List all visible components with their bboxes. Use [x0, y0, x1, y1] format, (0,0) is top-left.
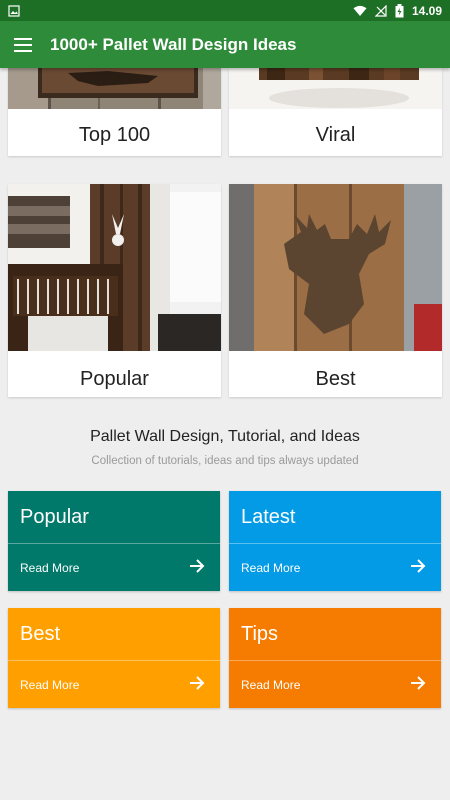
read-more-link[interactable]: Read More — [241, 678, 300, 692]
wood-sign-image — [8, 68, 221, 109]
status-time: 14.09 — [411, 3, 442, 18]
tile-popular[interactable]: Popular Read More — [8, 491, 220, 591]
read-more-link[interactable]: Read More — [241, 561, 300, 575]
tile-title: Latest — [241, 506, 296, 528]
category-card-viral[interactable]: Viral — [229, 68, 442, 156]
app-bar: 1000+ Pallet Wall Design Ideas — [0, 21, 450, 68]
arrow-right-icon[interactable] — [409, 674, 427, 692]
read-more-link[interactable]: Read More — [20, 678, 79, 692]
intro-subheading: Collection of tutorials, ideas and tips … — [91, 455, 359, 467]
tile-divider — [229, 660, 441, 661]
tile-divider — [229, 543, 441, 544]
tile-best[interactable]: Best Read More — [8, 608, 220, 708]
tile-title: Popular — [20, 506, 89, 528]
tile-divider — [8, 660, 220, 661]
card-label: Popular — [80, 368, 149, 390]
arrow-right-icon[interactable] — [188, 557, 206, 575]
intro-heading: Pallet Wall Design, Tutorial, and Ideas — [90, 428, 360, 445]
tile-title: Best — [20, 623, 61, 645]
read-more-link[interactable]: Read More — [20, 561, 79, 575]
card-label: Best — [315, 368, 356, 390]
tile-divider — [8, 543, 220, 544]
wifi-icon — [353, 5, 367, 16]
category-card-best[interactable]: Best — [229, 184, 442, 397]
arrow-right-icon[interactable] — [188, 674, 206, 692]
tile-tips[interactable]: Tips Read More — [229, 608, 441, 708]
menu-icon[interactable] — [14, 37, 32, 52]
gallery-notification-icon — [8, 4, 20, 17]
category-card-popular[interactable]: Popular — [8, 184, 221, 397]
wood-shelf-image — [229, 68, 442, 109]
card-label: Viral — [315, 124, 356, 146]
intro-section: Pallet Wall Design, Tutorial, and Ideas … — [0, 428, 450, 467]
tile-title: Tips — [241, 623, 279, 645]
status-bar: 14.09 — [0, 0, 450, 21]
app-title: 1000+ Pallet Wall Design Ideas — [50, 34, 297, 54]
deer-cutout-image — [229, 184, 442, 351]
nursery-wall-image — [8, 184, 221, 351]
tile-latest[interactable]: Latest Read More — [229, 491, 441, 591]
no-sim-icon — [374, 4, 387, 17]
card-label: Top 100 — [78, 124, 151, 146]
arrow-right-icon[interactable] — [409, 557, 427, 575]
battery-charging-icon — [395, 3, 404, 17]
category-card-top100[interactable]: Top 100 — [8, 68, 221, 156]
